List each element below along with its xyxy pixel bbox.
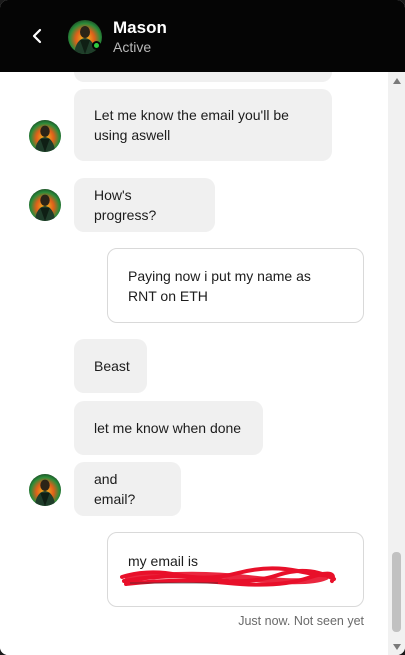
triangle-down-icon (392, 643, 401, 650)
scrollbar[interactable] (388, 72, 405, 655)
seen-status: Just now. Not seen yet (238, 614, 364, 628)
back-button[interactable] (24, 22, 50, 50)
message-text: Beast (94, 358, 130, 374)
message-incoming: Beast (74, 339, 147, 393)
message-outgoing: my email is (107, 532, 364, 607)
contact-name[interactable]: Mason (113, 18, 167, 38)
contact-avatar-small[interactable] (29, 474, 61, 506)
triangle-up-icon (392, 77, 401, 84)
message-text: How's progress? (94, 187, 157, 223)
redaction-scribble (120, 566, 336, 587)
contact-avatar-small[interactable] (29, 189, 61, 221)
message-bubble-partial (74, 72, 332, 82)
contact-avatar[interactable] (68, 20, 102, 54)
chat-window: Mason Active Let me know the email you'l… (0, 0, 405, 655)
chevron-left-icon (32, 28, 42, 44)
message-incoming: Let me know the email you'll be using as… (74, 89, 332, 161)
chat-header: Mason Active (0, 0, 405, 72)
message-list: Let me know the email you'll be using as… (0, 72, 388, 655)
message-incoming: and email? (74, 462, 181, 516)
scrollbar-thumb[interactable] (392, 552, 401, 632)
contact-avatar-small[interactable] (29, 120, 61, 152)
online-status-dot (92, 41, 101, 50)
scroll-up-button[interactable] (388, 72, 405, 89)
message-outgoing: Paying now i put my name as RNT on ETH (107, 248, 364, 323)
message-incoming: How's progress? (74, 178, 215, 232)
contact-status: Active (113, 39, 152, 55)
scroll-down-button[interactable] (388, 638, 405, 655)
message-text: and email? (94, 471, 136, 507)
message-text: Let me know the email you'll be using as… (94, 107, 289, 143)
message-text: Paying now i put my name as RNT on ETH (128, 267, 311, 304)
message-text: let me know when done (94, 420, 242, 436)
message-incoming: let me know when done (74, 401, 263, 455)
